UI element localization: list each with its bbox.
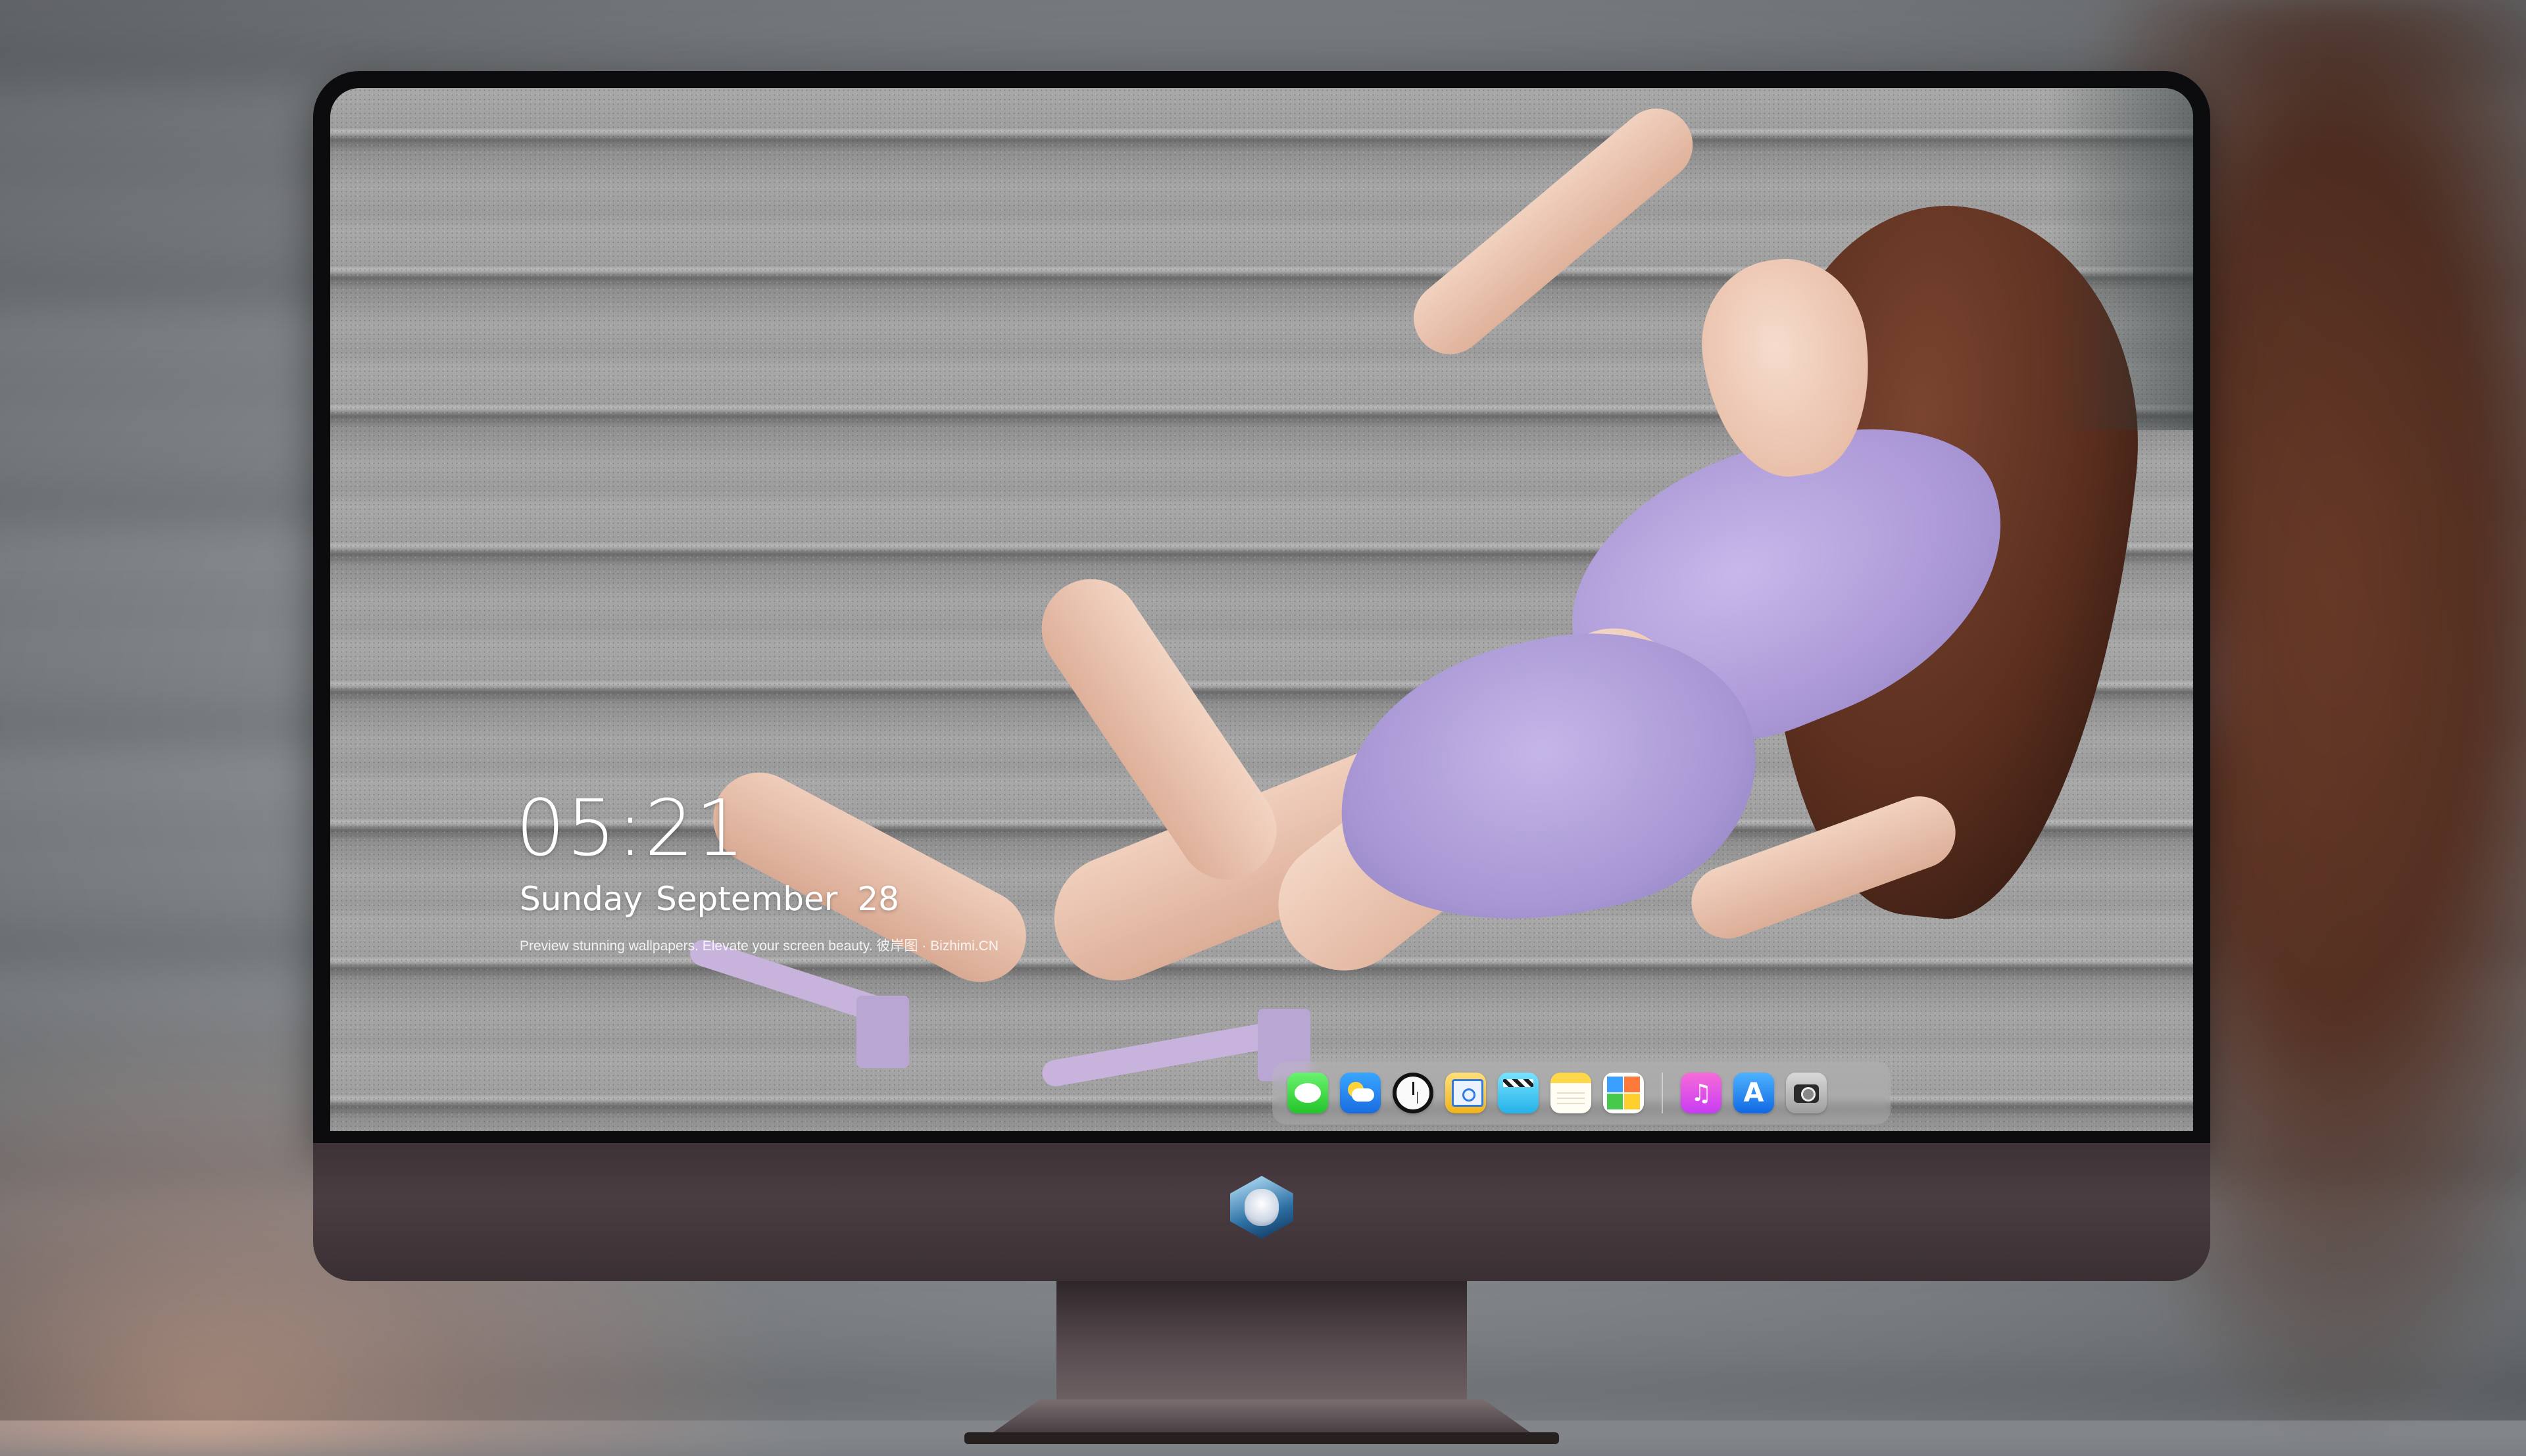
clock-date: Sunday September 28 [520,880,899,918]
calendar-grid-icon[interactable] [1603,1073,1644,1113]
clock-day: 28 [857,880,899,918]
notes-icon[interactable] [1550,1073,1591,1113]
clock-icon[interactable] [1393,1073,1433,1113]
desktop-screen: 05:21 Sunday September 28 Preview stunnin… [330,88,2193,1131]
wallpaper-caption: Preview stunning wallpapers. Elevate you… [520,938,999,954]
wallpaper-heel-left [856,996,909,1068]
messages-icon[interactable] [1287,1073,1328,1113]
camera-icon[interactable] [1786,1073,1827,1113]
dock-separator [1662,1073,1663,1113]
wallpaper-photo [330,88,2193,1131]
monitor-bezel: 05:21 Sunday September 28 Preview stunnin… [313,71,2210,1143]
weather-icon[interactable] [1340,1073,1381,1113]
clock-time: 05:21 [516,783,747,873]
monitor-stand-foot [964,1432,1559,1444]
wallpaper-raised-arm [1399,93,1708,370]
monitor-stand-neck [1056,1281,1467,1399]
music-note-icon[interactable]: ♫ [1681,1073,1721,1113]
app-store-icon[interactable]: A [1733,1073,1774,1113]
clock-weekday-month: Sunday September [520,880,838,918]
preview-icon[interactable] [1445,1073,1486,1113]
wallpaper-sandal-right [1040,1021,1278,1088]
dock: ♫ A [1272,1061,1891,1125]
imac-monitor: 05:21 Sunday September 28 Preview stunnin… [313,71,2210,1444]
clapperboard-icon[interactable] [1498,1073,1539,1113]
